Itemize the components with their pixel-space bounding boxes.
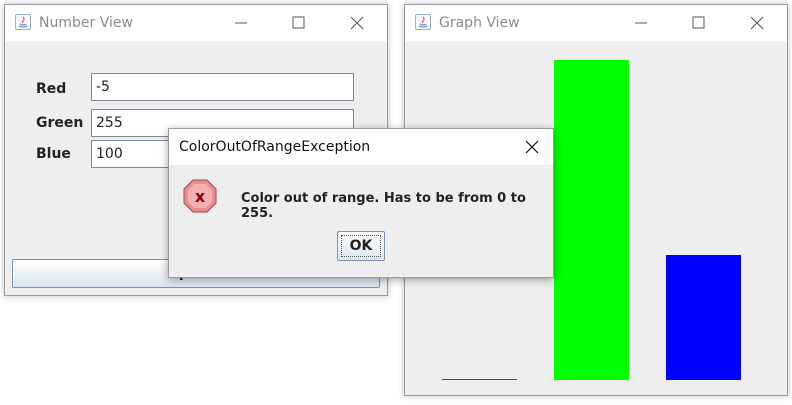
svg-text:x: x — [195, 187, 206, 206]
ok-button[interactable]: OK — [337, 231, 385, 261]
maximize-icon[interactable] — [286, 11, 310, 35]
window-title: Graph View — [439, 15, 520, 31]
dialog-title: ColorOutOfRangeException — [179, 139, 371, 155]
close-icon[interactable] — [520, 135, 544, 159]
error-message: Color out of range. Has to be from 0 to … — [241, 191, 526, 221]
window-title: Number View — [39, 15, 133, 31]
java-app-icon — [15, 14, 31, 30]
bar-0 — [442, 379, 517, 380]
dialog-titlebar[interactable]: ColorOutOfRangeException — [169, 129, 553, 165]
green-label: Green — [36, 115, 84, 131]
red-field[interactable]: -5 — [91, 73, 354, 101]
bar-2 — [666, 255, 741, 380]
number-view-titlebar[interactable]: Number View — [5, 5, 387, 41]
minimize-icon[interactable] — [629, 11, 653, 35]
error-icon: x — [183, 179, 217, 217]
minimize-icon[interactable] — [229, 11, 253, 35]
error-dialog: ColorOutOfRangeException x Color out of … — [168, 128, 554, 278]
close-icon[interactable] — [745, 11, 769, 35]
graph-view-titlebar[interactable]: Graph View — [405, 5, 787, 41]
bar-1 — [554, 60, 629, 380]
maximize-icon[interactable] — [686, 11, 710, 35]
red-label: Red — [36, 81, 67, 97]
close-icon[interactable] — [345, 11, 369, 35]
blue-label: Blue — [36, 146, 71, 162]
dialog-content: x Color out of range. Has to be from 0 t… — [169, 165, 553, 277]
java-app-icon — [415, 14, 431, 30]
